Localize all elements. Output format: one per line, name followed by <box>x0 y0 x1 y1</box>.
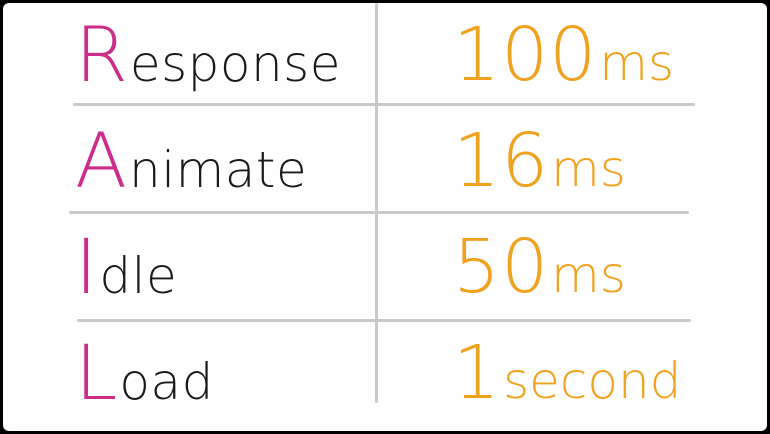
rail-row-response: R esponse 100 ms <box>3 3 767 107</box>
time-budget: 1 second <box>453 321 681 425</box>
term-rest: oad <box>119 353 214 411</box>
budget-unit: second <box>503 352 682 410</box>
term-label: L oad <box>75 321 214 425</box>
time-budget: 16 ms <box>453 109 626 213</box>
term-initial: R <box>75 10 128 99</box>
budget-unit: ms <box>551 140 626 198</box>
time-budget: 50 ms <box>453 215 626 319</box>
budget-unit: ms <box>551 246 626 304</box>
term-label: R esponse <box>75 3 341 107</box>
term-label: A nimate <box>75 109 307 213</box>
budget-unit: ms <box>599 34 675 92</box>
term-initial: I <box>75 222 98 311</box>
budget-number: 50 <box>453 224 550 310</box>
budget-number: 1 <box>453 330 502 416</box>
term-rest: nimate <box>129 141 308 199</box>
budget-number: 16 <box>453 118 550 204</box>
term-rest: dle <box>99 247 178 305</box>
term-label: I dle <box>75 215 177 319</box>
rail-row-idle: I dle 50 ms <box>3 215 767 319</box>
whiteboard: R esponse 100 ms A nimate 16 ms I dle 50… <box>3 3 767 431</box>
budget-number: 100 <box>453 12 598 98</box>
video-frame: R esponse 100 ms A nimate 16 ms I dle 50… <box>0 0 770 434</box>
term-initial: A <box>75 116 127 205</box>
term-rest: esponse <box>129 35 341 93</box>
rail-row-animate: A nimate 16 ms <box>3 109 767 213</box>
time-budget: 100 ms <box>453 3 674 107</box>
term-initial: L <box>75 328 118 417</box>
rail-row-load: L oad 1 second <box>3 321 767 425</box>
